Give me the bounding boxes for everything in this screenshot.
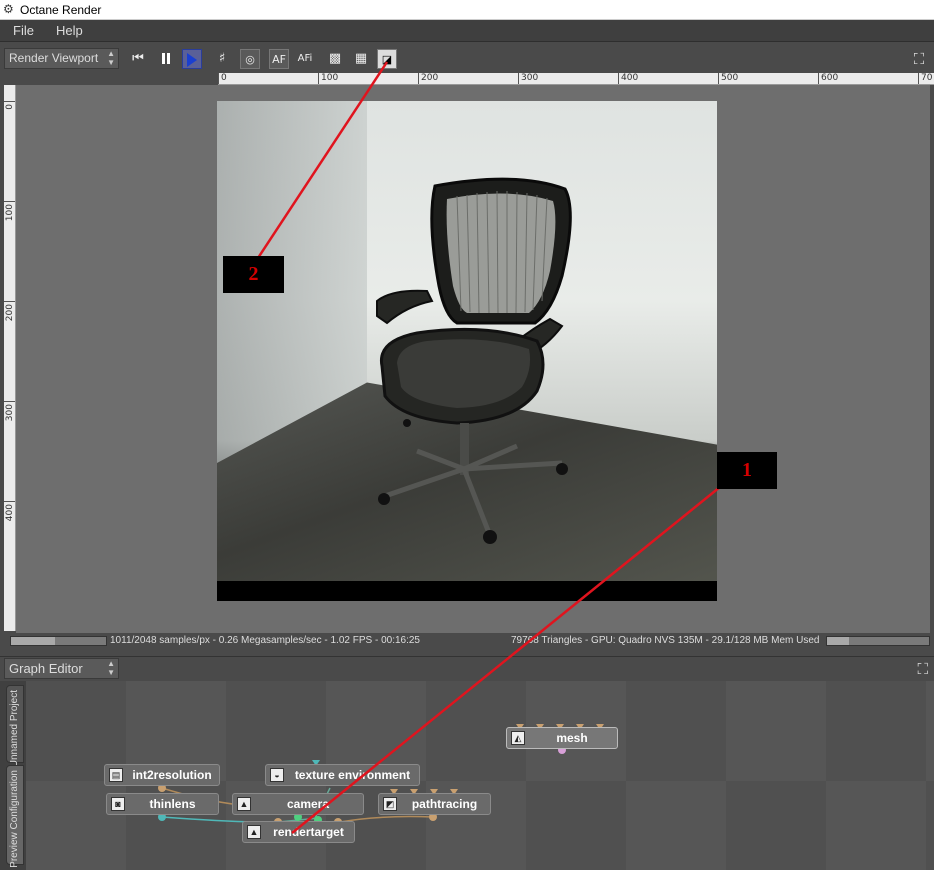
render-stats-text: 1011/2048 samples/px - 0.26 Megasamples/… <box>110 635 420 646</box>
node-rendertarget[interactable]: ▲ rendertarget <box>242 821 355 843</box>
viewport-fullscreen-icon[interactable]: ⛶ <box>910 50 928 68</box>
callout-1: 1 <box>717 452 777 489</box>
render-toolbar: Render Viewport ▲ ▼ ⏮ ♯ ◎ AF AFi ▩ ▦ ◪ <box>0 43 934 73</box>
autofocus-info-label: AFi <box>297 53 313 64</box>
ruler-label: 0 <box>5 104 15 110</box>
checker-icon: ▦ <box>354 51 368 66</box>
callout-2: 2 <box>223 256 284 293</box>
grid-button[interactable]: ♯ <box>212 49 232 69</box>
vertical-ruler: 0 100 200 300 400 <box>4 85 16 631</box>
horizontal-ruler: 0 100 200 300 400 500 600 70 <box>218 73 934 85</box>
menu-file[interactable]: File <box>0 20 45 42</box>
ruler-label: 100 <box>5 204 15 222</box>
autofocus-info-button[interactable]: AFi <box>295 49 315 69</box>
ruler-label: 400 <box>618 73 638 84</box>
pause-icon <box>162 53 165 64</box>
ruler-label: 70 <box>918 73 932 84</box>
sample-progress-bar <box>10 636 107 646</box>
ruler-label: 600 <box>818 73 838 84</box>
skip-to-start-button[interactable]: ⏮ <box>128 49 148 69</box>
node-mesh[interactable]: ◭ mesh <box>506 727 618 749</box>
graph-editor-select-label: Graph Editor <box>9 661 83 676</box>
region-button[interactable]: ◪ <box>377 49 397 69</box>
menu-help[interactable]: Help <box>45 20 94 42</box>
kernel-icon: ◩ <box>383 797 397 811</box>
ruler-label: 300 <box>5 404 15 422</box>
node-pathtracing[interactable]: ◩ pathtracing <box>378 793 491 815</box>
play-button[interactable] <box>182 49 202 69</box>
render-image[interactable] <box>217 101 717 601</box>
ruler-label: 300 <box>518 73 538 84</box>
mesh-icon: ◭ <box>511 731 525 745</box>
alpha-button[interactable]: ▩ <box>325 49 345 69</box>
resolution-icon: ▤ <box>109 768 123 782</box>
ruler-label: 500 <box>718 73 738 84</box>
render-status-bar: 1011/2048 samples/px - 0.26 Megasamples/… <box>0 633 934 649</box>
node-texture-environment[interactable]: ◒ texture environment <box>265 764 420 786</box>
autofocus-label: AF <box>272 53 286 66</box>
ruler-label: 0 <box>218 73 227 84</box>
image-icon: ▲ <box>247 825 261 839</box>
menu-bar: File Help <box>0 20 934 42</box>
node-camera[interactable]: ▲ camera <box>232 793 364 815</box>
spinner-icon: ▲ ▼ <box>107 49 115 67</box>
region-icon: ◪ <box>381 53 393 66</box>
camera-focus-icon: ◎ <box>245 53 255 66</box>
gear-icon: ⚙ <box>3 2 14 16</box>
camera-icon: ◙ <box>111 797 125 811</box>
office-chair-render <box>376 177 572 544</box>
ruler-label: 100 <box>318 73 338 84</box>
node-thinlens[interactable]: ◙ thinlens <box>106 793 219 815</box>
alpha-icon: ▩ <box>328 51 342 66</box>
memory-usage-bar <box>826 636 930 646</box>
viewport-select[interactable]: Render Viewport ▲ ▼ <box>4 48 119 69</box>
gpu-stats-text: 79768 Triangles - GPU: Quadro NVS 135M -… <box>511 635 820 646</box>
environment-icon: ◒ <box>270 768 284 782</box>
window-title: Octane Render <box>20 3 102 17</box>
skip-to-start-icon: ⏮ <box>132 51 144 66</box>
camera-focus-button[interactable]: ◎ <box>240 49 260 69</box>
ruler-label: 200 <box>5 304 15 322</box>
ruler-label: 200 <box>418 73 438 84</box>
play-icon <box>187 53 197 67</box>
checker-button[interactable]: ▦ <box>351 49 371 69</box>
render-viewport[interactable] <box>16 85 930 633</box>
tab-unnamed-project[interactable]: Unnamed Project <box>6 685 24 767</box>
window-title-bar: ⚙ Octane Render <box>0 0 934 20</box>
graph-editor-header: Graph Editor ▲ ▼ ⛶ <box>0 656 934 680</box>
spinner-icon: ▲ ▼ <box>107 659 115 677</box>
node-int2resolution[interactable]: ▤ int2resolution <box>104 764 220 786</box>
graph-editor-select[interactable]: Graph Editor ▲ ▼ <box>4 658 119 679</box>
graph-editor-fullscreen-icon[interactable]: ⛶ <box>917 660 928 678</box>
autofocus-button[interactable]: AF <box>269 49 289 69</box>
grid-icon: ♯ <box>218 51 226 66</box>
graph-editor-tabs: Unnamed Project Preview Configuration <box>0 681 26 870</box>
viewport-select-label: Render Viewport <box>9 51 99 65</box>
tab-preview-configuration[interactable]: Preview Configuration <box>6 765 24 868</box>
ruler-label: 400 <box>5 504 15 522</box>
pause-button[interactable] <box>156 49 176 69</box>
image-icon: ▲ <box>237 797 251 811</box>
